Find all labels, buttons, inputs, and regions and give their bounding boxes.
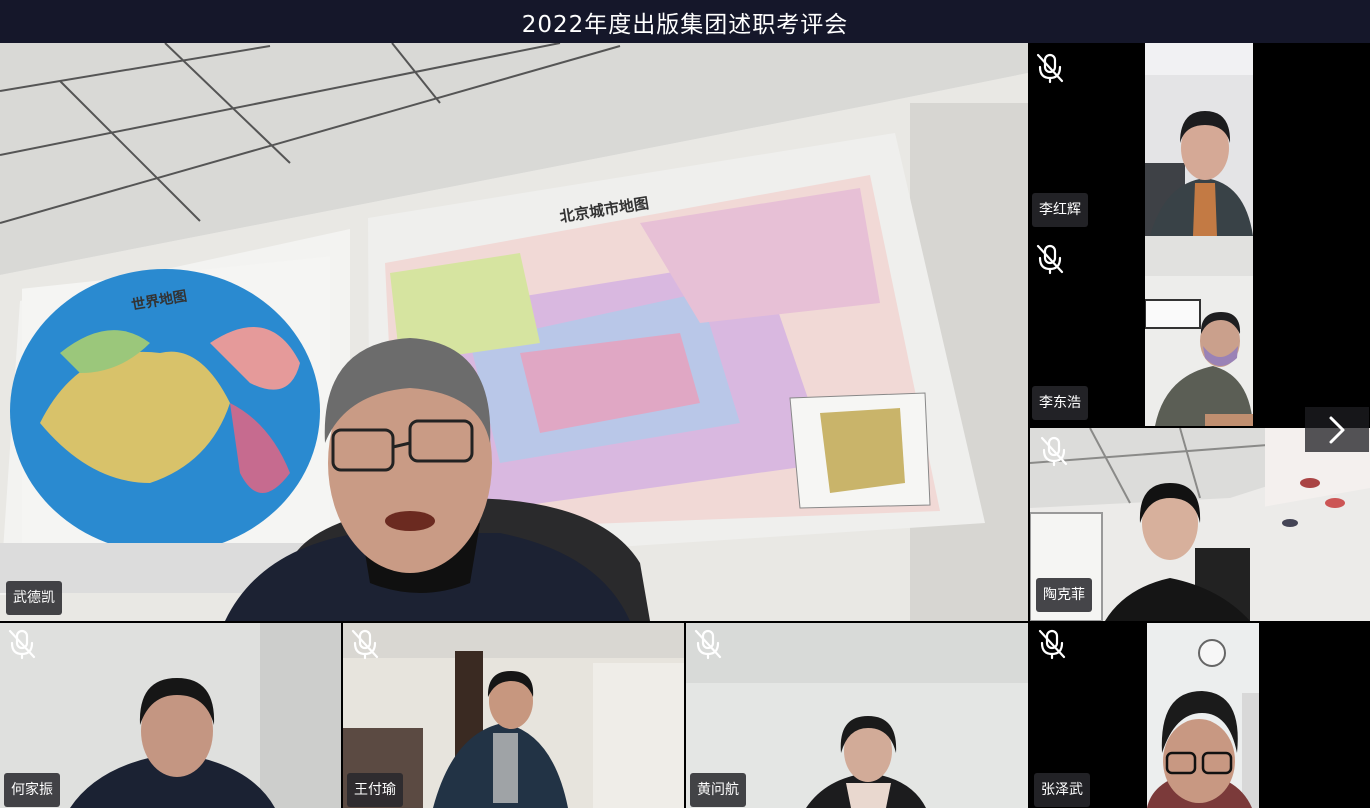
mic-off-icon <box>349 627 381 661</box>
participant-name-tag: 陶克菲 <box>1036 578 1092 612</box>
participant-tile-wang-fuyu[interactable]: 王付瑜 <box>343 623 684 808</box>
participant-name-tag: 李东浩 <box>1032 386 1088 420</box>
chevron-right-icon <box>1329 416 1345 443</box>
participant-tile-tao-kefei[interactable]: 陶克菲 <box>1030 428 1370 621</box>
main-speaker-video: 世界地图 北京城市地图 <box>0 43 1028 621</box>
meeting-title: 2022年度出版集团述职考评会 <box>0 0 1370 43</box>
mic-off-icon <box>1034 51 1066 85</box>
mic-off-icon <box>6 627 38 661</box>
participant-video <box>1147 623 1259 808</box>
participant-name-tag: 李红辉 <box>1032 193 1088 227</box>
participant-tile-li-donghao[interactable]: 李东浩 <box>1030 236 1370 426</box>
main-speaker-name-tag: 武德凯 <box>6 581 62 615</box>
participant-tile-zhang-zewu[interactable]: 张泽武 <box>1030 623 1370 808</box>
mic-off-icon <box>1038 434 1070 468</box>
participant-tile-li-honghui[interactable]: 李红辉 <box>1030 43 1370 236</box>
mic-off-icon <box>692 627 724 661</box>
main-speaker-tile[interactable]: 世界地图 北京城市地图 武德凯 <box>0 43 1028 621</box>
participant-video <box>1145 43 1253 236</box>
participant-tile-he-jiazhen[interactable]: 何家振 <box>0 623 341 808</box>
participant-name-tag: 张泽武 <box>1034 773 1090 807</box>
mic-off-icon <box>1036 627 1068 661</box>
next-page-button[interactable] <box>1305 407 1369 452</box>
participant-video <box>1145 236 1253 426</box>
mic-off-icon <box>1034 242 1066 276</box>
participant-tile-huang-wenhang[interactable]: 黄问航 <box>686 623 1028 808</box>
participant-name-tag: 何家振 <box>4 773 60 807</box>
participant-name-tag: 王付瑜 <box>347 773 403 807</box>
participant-name-tag: 黄问航 <box>690 773 746 807</box>
